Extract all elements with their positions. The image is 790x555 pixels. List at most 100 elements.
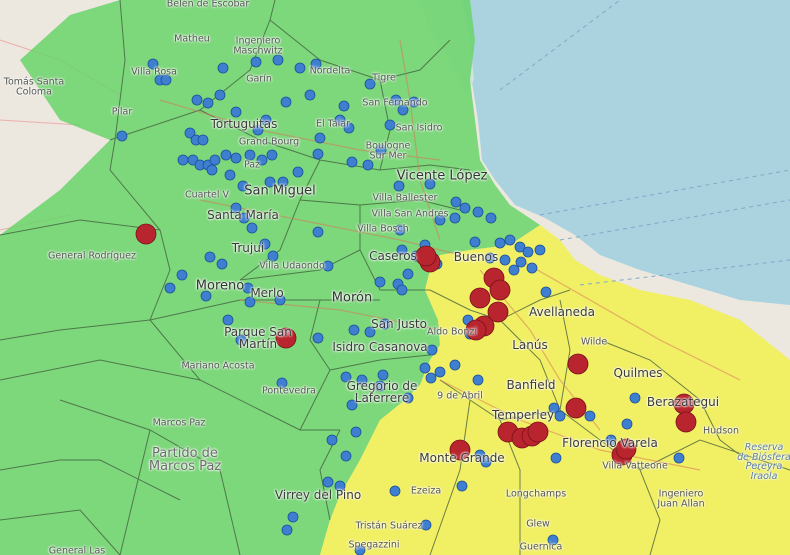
blue-marker[interactable] bbox=[277, 176, 289, 188]
blue-marker[interactable] bbox=[673, 452, 685, 464]
blue-marker[interactable] bbox=[374, 380, 386, 392]
blue-marker[interactable] bbox=[346, 156, 358, 168]
blue-marker[interactable] bbox=[348, 324, 360, 336]
blue-marker[interactable] bbox=[379, 318, 391, 330]
blue-marker[interactable] bbox=[354, 544, 366, 555]
blue-marker[interactable] bbox=[375, 144, 387, 156]
red-marker[interactable] bbox=[465, 319, 487, 341]
blue-marker[interactable] bbox=[281, 524, 293, 536]
blue-marker[interactable] bbox=[397, 104, 409, 116]
blue-marker[interactable] bbox=[322, 476, 334, 488]
blue-marker[interactable] bbox=[176, 269, 188, 281]
blue-marker[interactable] bbox=[147, 58, 159, 70]
blue-marker[interactable] bbox=[246, 222, 258, 234]
blue-marker[interactable] bbox=[374, 276, 386, 288]
blue-marker[interactable] bbox=[456, 480, 468, 492]
blue-marker[interactable] bbox=[389, 485, 401, 497]
blue-marker[interactable] bbox=[312, 226, 324, 238]
blue-marker[interactable] bbox=[390, 94, 402, 106]
blue-marker[interactable] bbox=[312, 148, 324, 160]
blue-marker[interactable] bbox=[402, 392, 414, 404]
blue-marker[interactable] bbox=[584, 410, 596, 422]
blue-marker[interactable] bbox=[526, 262, 538, 274]
blue-marker[interactable] bbox=[540, 286, 552, 298]
blue-marker[interactable] bbox=[605, 434, 617, 446]
blue-marker[interactable] bbox=[235, 334, 247, 346]
blue-marker[interactable] bbox=[191, 94, 203, 106]
blue-marker[interactable] bbox=[326, 434, 338, 446]
blue-marker[interactable] bbox=[200, 290, 212, 302]
red-marker[interactable] bbox=[489, 279, 511, 301]
blue-marker[interactable] bbox=[252, 124, 264, 136]
blue-marker[interactable] bbox=[214, 89, 226, 101]
blue-marker[interactable] bbox=[334, 114, 346, 126]
red-marker[interactable] bbox=[469, 287, 491, 309]
blue-marker[interactable] bbox=[449, 212, 461, 224]
blue-marker[interactable] bbox=[224, 169, 236, 181]
blue-marker[interactable] bbox=[343, 122, 355, 134]
blue-marker[interactable] bbox=[230, 202, 242, 214]
blue-marker[interactable] bbox=[420, 519, 432, 531]
blue-marker[interactable] bbox=[312, 332, 324, 344]
blue-marker[interactable] bbox=[314, 132, 326, 144]
map-view[interactable]: Belén de Escobar Matheu Ingeniero Maschw… bbox=[0, 0, 790, 555]
blue-marker[interactable] bbox=[621, 418, 633, 430]
blue-marker[interactable] bbox=[250, 56, 262, 68]
blue-marker[interactable] bbox=[629, 392, 641, 404]
blue-marker[interactable] bbox=[485, 212, 497, 224]
blue-marker[interactable] bbox=[484, 252, 496, 264]
blue-marker[interactable] bbox=[534, 244, 546, 256]
blue-marker[interactable] bbox=[230, 152, 242, 164]
blue-marker[interactable] bbox=[217, 62, 229, 74]
red-marker[interactable] bbox=[615, 438, 637, 460]
blue-marker[interactable] bbox=[259, 238, 271, 250]
red-marker[interactable] bbox=[565, 397, 587, 419]
blue-marker[interactable] bbox=[209, 154, 221, 166]
blue-marker[interactable] bbox=[276, 377, 288, 389]
blue-marker[interactable] bbox=[267, 250, 279, 262]
blue-marker[interactable] bbox=[554, 410, 566, 422]
blue-marker[interactable] bbox=[522, 246, 534, 258]
blue-marker[interactable] bbox=[350, 426, 362, 438]
blue-marker[interactable] bbox=[304, 89, 316, 101]
blue-marker[interactable] bbox=[449, 359, 461, 371]
blue-marker[interactable] bbox=[197, 134, 209, 146]
red-marker[interactable] bbox=[527, 421, 549, 443]
blue-marker[interactable] bbox=[393, 180, 405, 192]
red-marker[interactable] bbox=[567, 353, 589, 375]
red-marker[interactable] bbox=[673, 393, 695, 415]
blue-marker[interactable] bbox=[402, 268, 414, 280]
blue-marker[interactable] bbox=[459, 202, 471, 214]
blue-marker[interactable] bbox=[256, 154, 268, 166]
blue-marker[interactable] bbox=[434, 366, 446, 378]
blue-marker[interactable] bbox=[364, 78, 376, 90]
red-marker[interactable] bbox=[449, 439, 471, 461]
blue-marker[interactable] bbox=[377, 369, 389, 381]
blue-marker[interactable] bbox=[164, 282, 176, 294]
blue-marker[interactable] bbox=[469, 236, 481, 248]
blue-marker[interactable] bbox=[408, 96, 420, 108]
blue-marker[interactable] bbox=[472, 374, 484, 386]
blue-marker[interactable] bbox=[340, 450, 352, 462]
blue-marker[interactable] bbox=[434, 214, 446, 226]
blue-marker[interactable] bbox=[450, 196, 462, 208]
blue-marker[interactable] bbox=[244, 149, 256, 161]
blue-marker[interactable] bbox=[424, 178, 436, 190]
blue-marker[interactable] bbox=[160, 74, 172, 86]
blue-marker[interactable] bbox=[322, 260, 334, 272]
blue-marker[interactable] bbox=[396, 244, 408, 256]
red-marker[interactable] bbox=[675, 411, 697, 433]
blue-marker[interactable] bbox=[547, 534, 559, 546]
blue-marker[interactable] bbox=[202, 97, 214, 109]
blue-marker[interactable] bbox=[419, 362, 431, 374]
blue-marker[interactable] bbox=[242, 282, 254, 294]
blue-marker[interactable] bbox=[266, 149, 278, 161]
red-marker[interactable] bbox=[275, 327, 297, 349]
blue-marker[interactable] bbox=[384, 119, 396, 131]
blue-marker[interactable] bbox=[206, 164, 218, 176]
red-marker[interactable] bbox=[415, 245, 437, 267]
blue-marker[interactable] bbox=[494, 237, 506, 249]
blue-marker[interactable] bbox=[550, 452, 562, 464]
blue-marker[interactable] bbox=[480, 456, 492, 468]
blue-marker[interactable] bbox=[294, 62, 306, 74]
